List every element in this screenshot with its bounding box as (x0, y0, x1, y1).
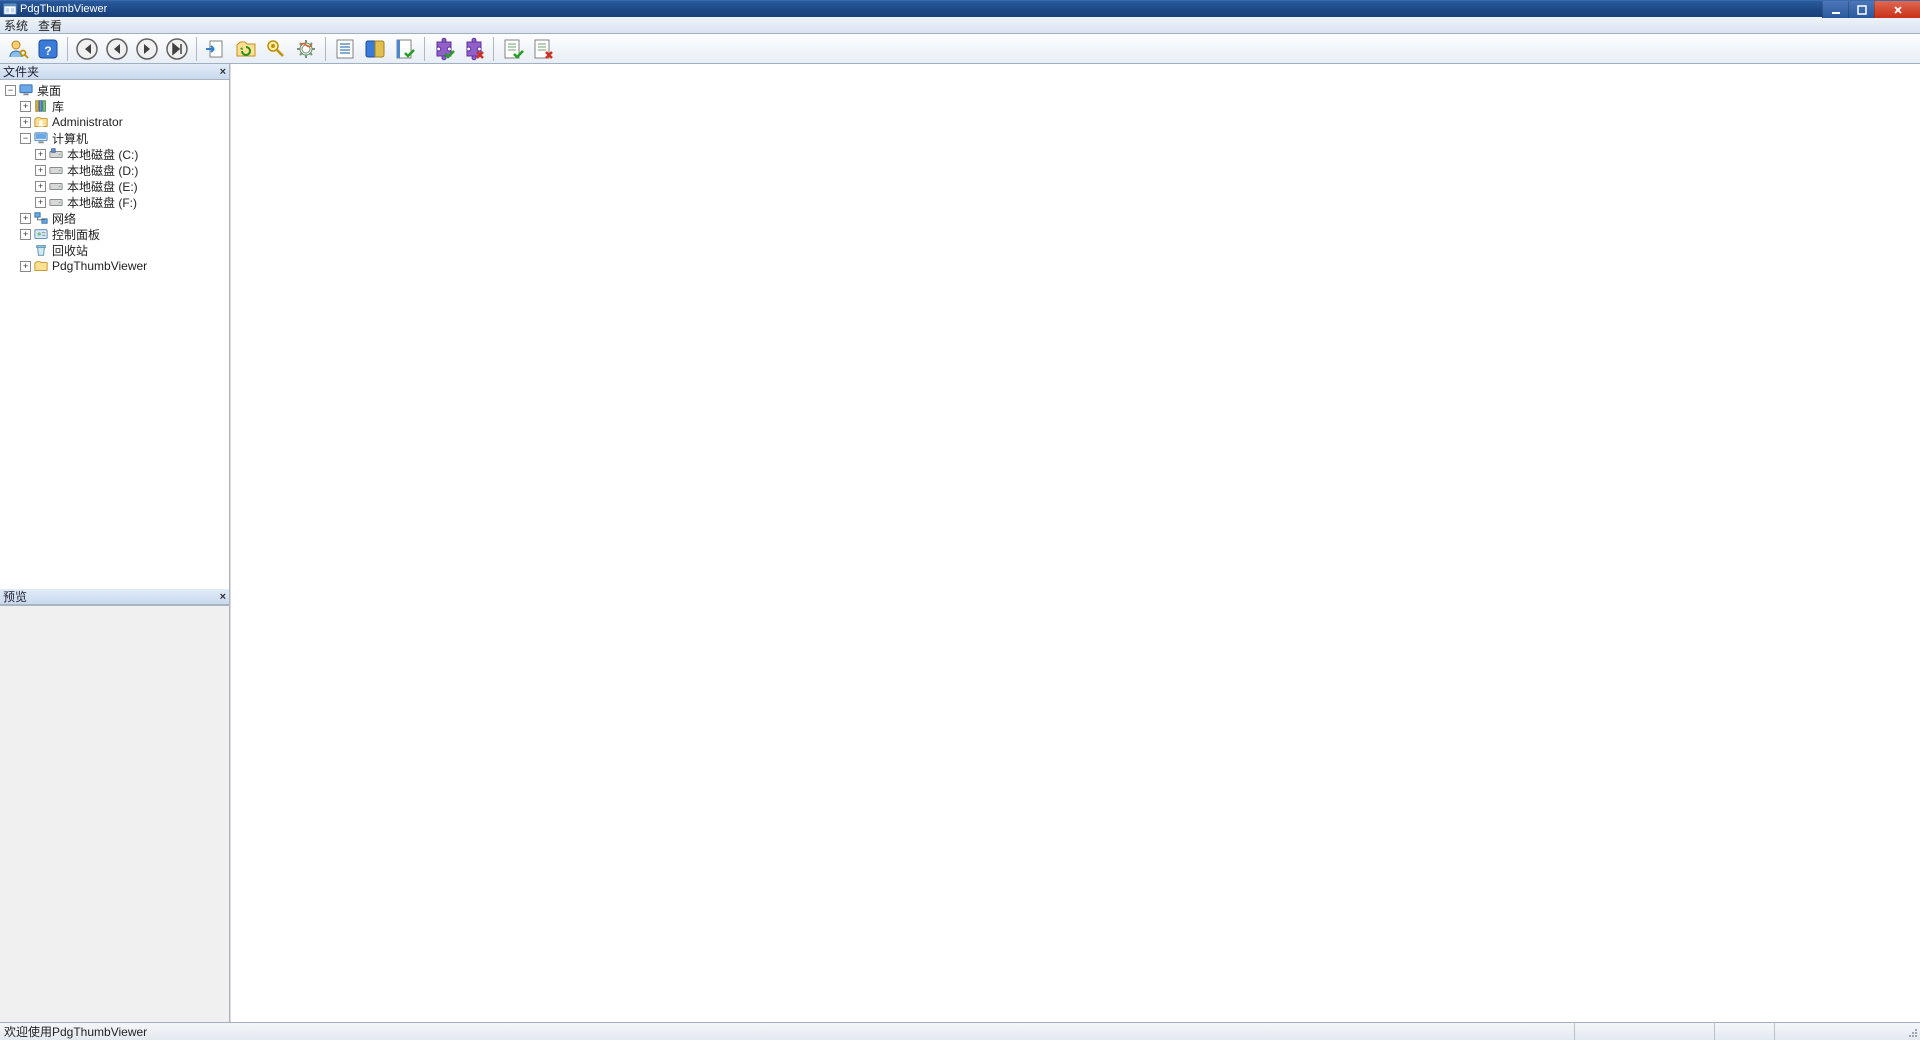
tree-expander[interactable]: + (20, 101, 31, 112)
help-button[interactable]: ? (34, 35, 62, 63)
nav-next-button[interactable] (133, 35, 161, 63)
library-icon (33, 98, 49, 114)
computer-icon (33, 130, 49, 146)
tree-item-label: 桌面 (37, 82, 61, 99)
close-button[interactable] (1874, 1, 1920, 18)
tree-expander[interactable]: + (35, 197, 46, 208)
tree-item[interactable]: + 本地磁盘 (E:) (2, 178, 229, 194)
toolbar: ? (0, 34, 1920, 64)
tree-item-label: 库 (52, 98, 64, 115)
sidebar: 文件夹 × − 桌面 + 库 + Administrator − 计算机 + 本… (0, 64, 230, 1022)
tree-item[interactable]: − 桌面 (2, 82, 229, 98)
find-key-button[interactable] (262, 35, 290, 63)
content-area (230, 64, 1920, 1022)
nav-prev-button[interactable] (103, 35, 131, 63)
desktop-icon (18, 82, 34, 98)
toolbar-separator (424, 37, 425, 61)
folder-icon (33, 258, 49, 274)
tree-item[interactable]: + 本地磁盘 (D:) (2, 162, 229, 178)
tree-item-label: 本地磁盘 (D:) (67, 162, 138, 179)
tree-item[interactable]: − 计算机 (2, 130, 229, 146)
list-view-button[interactable] (331, 35, 359, 63)
drive-icon (48, 162, 64, 178)
tree-item-label: 计算机 (52, 130, 88, 147)
tree-expander[interactable]: − (20, 133, 31, 144)
title-bar: PdgThumbViewer (0, 0, 1920, 17)
tree-expander (20, 245, 31, 256)
status-pane-3 (1774, 1022, 1904, 1040)
drive-icon (48, 194, 64, 210)
tree-item-label: 控制面板 (52, 226, 100, 243)
tree-expander[interactable]: + (35, 181, 46, 192)
drive-system-icon (48, 146, 64, 162)
menu-bar: 系统 查看 (0, 17, 1920, 34)
folder-tree[interactable]: − 桌面 + 库 + Administrator − 计算机 + 本地磁盘 (C… (0, 80, 229, 589)
tree-item[interactable]: 回收站 (2, 242, 229, 258)
nav-first-button[interactable] (73, 35, 101, 63)
status-message: 欢迎使用PdgThumbViewer (4, 1023, 147, 1040)
maximize-button[interactable] (1848, 1, 1874, 18)
tree-expander[interactable]: + (20, 117, 31, 128)
tree-item-label: Administrator (52, 115, 123, 129)
puzzle-x-button[interactable] (460, 35, 488, 63)
user-folder-icon (33, 114, 49, 130)
preview-panel-header: 预览 × (0, 589, 229, 605)
tree-item[interactable]: + PdgThumbViewer (2, 258, 229, 274)
sheet-check-button[interactable] (499, 35, 527, 63)
tree-item-label: PdgThumbViewer (52, 259, 147, 273)
tree-item[interactable]: + 网络 (2, 210, 229, 226)
tree-item[interactable]: + 库 (2, 98, 229, 114)
settings-button[interactable] (292, 35, 320, 63)
folders-panel-header: 文件夹 × (0, 64, 229, 80)
user-key-button[interactable] (4, 35, 32, 63)
tree-expander[interactable]: + (20, 213, 31, 224)
puzzle-check-button[interactable] (430, 35, 458, 63)
resize-grip-icon[interactable] (1904, 1022, 1920, 1040)
sheet-x-button[interactable] (529, 35, 557, 63)
toolbar-separator (67, 37, 68, 61)
network-icon (33, 210, 49, 226)
drive-icon (48, 178, 64, 194)
tree-item[interactable]: + 本地磁盘 (C:) (2, 146, 229, 162)
folders-panel-title: 文件夹 (3, 63, 39, 80)
minimize-button[interactable] (1822, 1, 1848, 18)
tree-item-label: 回收站 (52, 242, 88, 259)
svg-text:?: ? (44, 44, 51, 58)
window-controls (1822, 1, 1920, 18)
menu-view[interactable]: 查看 (38, 17, 62, 34)
control-panel-icon (33, 226, 49, 242)
preview-panel (0, 605, 229, 1022)
tree-expander[interactable]: − (5, 85, 16, 96)
tree-item-label: 网络 (52, 210, 76, 227)
tree-item[interactable]: + 控制面板 (2, 226, 229, 242)
status-pane-2 (1714, 1022, 1774, 1040)
tree-expander[interactable]: + (20, 229, 31, 240)
toolbar-separator (493, 37, 494, 61)
tree-item[interactable]: + 本地磁盘 (F:) (2, 194, 229, 210)
window-title: PdgThumbViewer (20, 3, 107, 15)
tree-expander[interactable]: + (35, 165, 46, 176)
toolbar-separator (325, 37, 326, 61)
app-icon (2, 1, 18, 17)
book-blue-button[interactable] (361, 35, 389, 63)
tree-item-label: 本地磁盘 (F:) (67, 194, 137, 211)
tree-expander[interactable]: + (35, 149, 46, 160)
tree-item-label: 本地磁盘 (C:) (67, 146, 138, 163)
status-bar: 欢迎使用PdgThumbViewer (0, 1022, 1920, 1040)
toolbar-separator (196, 37, 197, 61)
status-pane-1 (1574, 1022, 1714, 1040)
preview-panel-title: 预览 (3, 588, 27, 605)
work-area: 文件夹 × − 桌面 + 库 + Administrator − 计算机 + 本… (0, 64, 1920, 1022)
refresh-folder-button[interactable] (232, 35, 260, 63)
folders-panel-close[interactable]: × (220, 66, 226, 78)
preview-panel-close[interactable]: × (220, 591, 226, 603)
export-button[interactable] (202, 35, 230, 63)
recycle-bin-icon (33, 242, 49, 258)
tree-expander[interactable]: + (20, 261, 31, 272)
tree-item-label: 本地磁盘 (E:) (67, 178, 138, 195)
book-check-button[interactable] (391, 35, 419, 63)
tree-item[interactable]: + Administrator (2, 114, 229, 130)
menu-system[interactable]: 系统 (4, 17, 28, 34)
nav-last-button[interactable] (163, 35, 191, 63)
